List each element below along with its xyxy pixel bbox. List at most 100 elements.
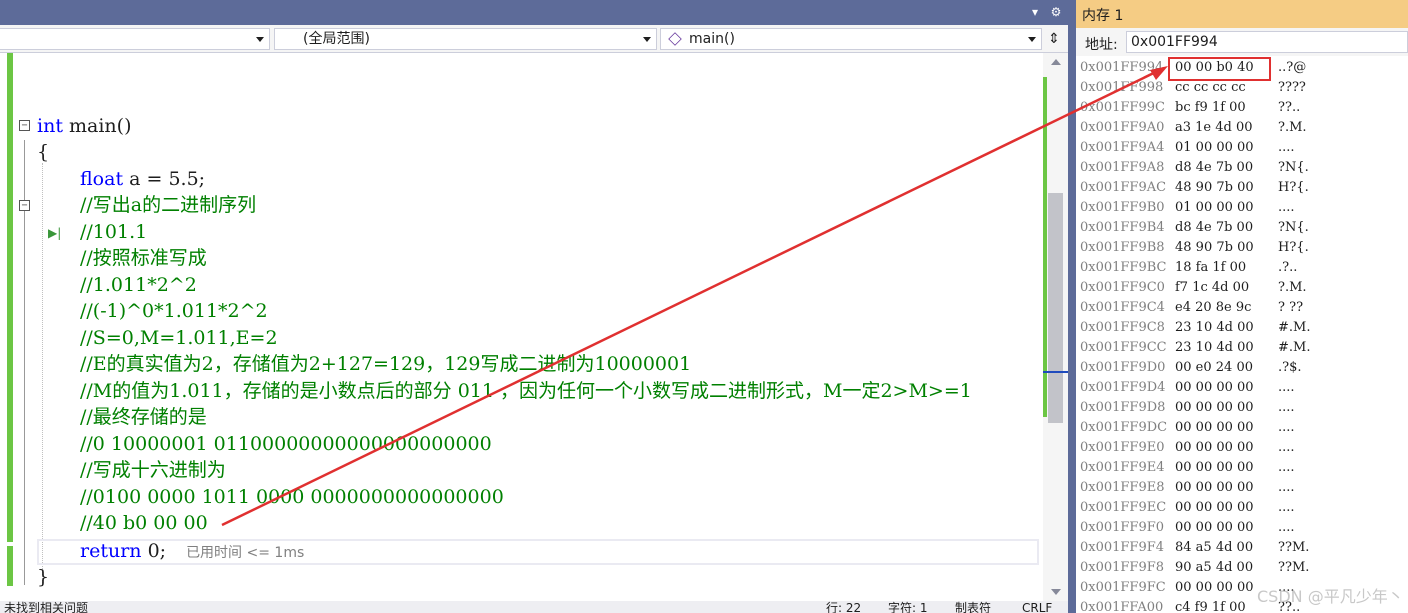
memory-address: 0x001FFA00 — [1080, 600, 1164, 613]
memory-bytes: f7 1c 4d 00 — [1175, 280, 1250, 295]
memory-address: 0x001FF9AC — [1080, 180, 1167, 195]
memory-bytes: 00 00 00 00 — [1175, 580, 1254, 595]
function-dropdown[interactable]: main() — [660, 28, 1042, 50]
memory-bytes: 00 00 00 00 — [1175, 460, 1254, 475]
chevron-down-icon — [643, 37, 651, 42]
code-line: } — [37, 564, 49, 590]
memory-address: 0x001FF9B8 — [1080, 240, 1165, 255]
memory-address: 0x001FF998 — [1080, 80, 1164, 95]
pane-splitter[interactable] — [1068, 0, 1076, 613]
memory-ascii: .... — [1278, 500, 1295, 515]
code-line: //(-1)^0*1.011*2^2 — [80, 298, 268, 324]
comment: //(-1)^0*1.011*2^2 — [80, 300, 268, 322]
memory-bytes: 00 00 00 00 — [1175, 420, 1254, 435]
memory-address: 0x001FF9C8 — [1080, 320, 1165, 335]
code-line: //按照标准写成 — [80, 245, 207, 271]
chevron-down-icon — [1028, 37, 1036, 42]
vertical-scrollbar[interactable] — [1043, 53, 1068, 601]
navigation-bar: (全局范围) main() ⇕ — [0, 25, 1068, 53]
gear-icon[interactable]: ⚙ — [1046, 2, 1066, 22]
memory-ascii: .... — [1278, 400, 1295, 415]
memory-bytes: bc f9 1f 00 — [1175, 100, 1246, 115]
memory-address: 0x001FF9D0 — [1080, 360, 1166, 375]
comment: //S=0,M=1.011,E=2 — [80, 327, 278, 349]
code-area[interactable]: int main() { float a = 5.5; //写出a的二进制序列 … — [37, 53, 1043, 601]
status-bar: 未找到相关问题 行: 22 字符: 1 制表符 CRLF — [0, 601, 1068, 613]
code-line: //写成十六进制为 — [80, 457, 226, 483]
memory-bytes: d8 4e 7b 00 — [1175, 160, 1254, 175]
code-line: //E的真实值为2，存储值为2+127=129，129写成二进制为1000000… — [80, 351, 691, 377]
memory-address: 0x001FF9B4 — [1080, 220, 1165, 235]
keyword: float — [80, 168, 124, 190]
memory-ascii: .... — [1278, 380, 1295, 395]
perf-tip[interactable]: 已用时间 <= 1ms — [186, 545, 304, 561]
memory-address: 0x001FF9F0 — [1080, 520, 1165, 535]
code-line: //40 b0 00 00 — [80, 510, 208, 536]
memory-ascii: .... — [1278, 200, 1295, 215]
eol-indicator[interactable]: CRLF — [1022, 601, 1052, 613]
chevron-down-icon[interactable]: ▾ — [1025, 2, 1045, 22]
memory-address: 0x001FF9A0 — [1080, 120, 1165, 135]
keyword: return — [80, 540, 142, 562]
editor-gutter — [0, 53, 36, 601]
memory-bytes: cc cc cc cc — [1175, 80, 1246, 95]
memory-address: 0x001FF9BC — [1080, 260, 1167, 275]
memory-rows[interactable]: 0x001FF994 00 00 b0 40 ..?@ 0x001FF998 cc cc… — [1076, 58, 1408, 613]
address-input[interactable]: 0x001FF994 — [1126, 31, 1408, 53]
memory-ascii: ??.. — [1278, 100, 1301, 115]
comment: //101.1 — [80, 221, 148, 243]
code-line: //S=0,M=1.011,E=2 — [80, 325, 278, 351]
memory-bytes: 84 a5 4d 00 — [1175, 540, 1254, 555]
scroll-down-icon[interactable] — [1051, 589, 1061, 595]
tabs-indicator[interactable]: 制表符 — [955, 601, 991, 613]
fold-minus-icon[interactable]: − — [19, 120, 30, 131]
comment: //0100 0000 1011 0000 0000000000000000 — [80, 486, 504, 508]
memory-ascii: .?$. — [1278, 360, 1302, 375]
code-line: //最终存储的是 — [80, 404, 207, 430]
memory-ascii: ?N{. — [1278, 160, 1309, 175]
memory-address: 0x001FF9B0 — [1080, 200, 1165, 215]
project-dropdown[interactable] — [0, 28, 270, 50]
scroll-up-icon[interactable] — [1051, 59, 1061, 65]
code-editor: ▾ ⚙ (全局范围) main() ⇕ − − ▶| int main() { … — [0, 0, 1068, 613]
memory-ascii: ???? — [1278, 80, 1306, 95]
scrollbar-caret-marker — [1043, 371, 1068, 373]
memory-address: 0x001FF9DC — [1080, 420, 1168, 435]
memory-bytes: 00 00 00 00 — [1175, 440, 1254, 455]
issues-status[interactable]: 未找到相关问题 — [4, 601, 88, 613]
memory-ascii: ?N{. — [1278, 220, 1309, 235]
memory-bytes: 00 00 00 00 — [1175, 400, 1254, 415]
memory-bytes: 23 10 4d 00 — [1175, 320, 1254, 335]
code-line: //写出a的二进制序列 — [80, 192, 256, 218]
memory-ascii: .... — [1278, 480, 1295, 495]
memory-ascii: #.M. — [1278, 320, 1311, 335]
memory-bytes: 00 e0 24 00 — [1175, 360, 1253, 375]
memory-address: 0x001FF9FC — [1080, 580, 1166, 595]
memory-address: 0x001FF9F8 — [1080, 560, 1165, 575]
memory-bytes: 90 a5 4d 00 — [1175, 560, 1254, 575]
memory-address: 0x001FF9A4 — [1080, 140, 1165, 155]
scrollbar-thumb[interactable] — [1048, 193, 1063, 423]
memory-ascii: ?.M. — [1278, 120, 1307, 135]
memory-ascii: .... — [1278, 420, 1295, 435]
change-tracking-bar — [7, 53, 13, 542]
memory-ascii: H?{. — [1278, 180, 1309, 195]
code-line: int main() — [37, 113, 131, 139]
memory-bytes: 48 90 7b 00 — [1175, 240, 1254, 255]
comment: //E的真实值为2，存储值为2+127=129，129写成二进制为1000000… — [80, 353, 692, 375]
code-line: float a = 5.5; — [80, 166, 205, 192]
code-text: a = 5.5; — [123, 168, 206, 190]
comment: //0 10000001 01100000000000000000000 — [80, 433, 492, 455]
code-line: //101.1 — [80, 219, 147, 245]
memory-window: 内存 1 地址: 0x001FF994 0x001FF994 00 00 b0 4… — [1076, 0, 1408, 613]
fold-minus-icon[interactable]: − — [19, 200, 30, 211]
scope-dropdown[interactable]: (全局范围) — [274, 28, 657, 50]
split-icon[interactable]: ⇕ — [1044, 29, 1064, 49]
memory-bytes: e4 20 8e 9c — [1175, 300, 1252, 315]
memory-bytes: c4 f9 1f 00 — [1175, 600, 1246, 613]
memory-address: 0x001FF9D8 — [1080, 400, 1166, 415]
code-line: //0 10000001 01100000000000000000000 — [80, 431, 492, 457]
memory-bytes: 18 fa 1f 00 — [1175, 260, 1247, 275]
scrollbar-change-marker — [1043, 77, 1047, 417]
code-text: main() — [62, 115, 132, 137]
